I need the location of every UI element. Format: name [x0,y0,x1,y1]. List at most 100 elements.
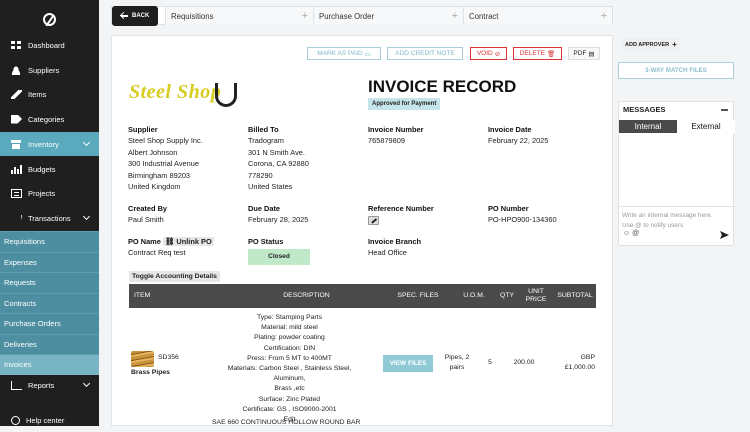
status-badge: Approved for Payment [368,98,441,110]
field-value: PO-HPO900-134360 [488,215,557,225]
sidebar-item-label: Reports [28,380,55,390]
sidebar-item-inventory[interactable]: Inventory [0,132,99,156]
messages-title: MESSAGES [623,105,666,114]
sidebar-subitem-purchase-orders[interactable]: Purchase Orders [0,313,99,334]
back-button[interactable]: BACK [112,6,158,26]
item-name[interactable]: Brass Pipes [131,369,170,376]
field-label: Invoice Date [488,125,532,134]
supplier-line: Steel Shop Supply Inc. [128,136,203,146]
sidebar-item-label: Help center [26,415,65,425]
sidebar-item-reports[interactable]: Reports [0,373,99,397]
description-line: Materials: Carbon Steel , Stainless Stee… [227,365,352,383]
description-line: Plating: powder coating [254,334,325,342]
sidebar-item-suppliers[interactable]: Suppliers [0,58,99,82]
view-files-button[interactable]: VIEW FILES [383,355,433,372]
horseshoe-icon [215,83,237,107]
button-label: MARK AS PAID [317,50,363,57]
item-sku: SD356 [158,354,179,361]
po-name-field: PO Name ⛓ Unlink PO Contract Req test [128,236,214,259]
field-label: PO Name [128,237,161,246]
sidebar-item-label: Transactions [28,213,71,223]
toggle-accounting-details-button[interactable]: Toggle Accounting Details [129,271,220,282]
sheet-icon [11,188,22,198]
next-item-description: SAE 660 CONTINUOUS HOLLOW ROUND BAR [212,419,361,426]
sidebar-item-dashboard[interactable]: Dashboard [0,33,99,57]
sidebar-item-label: Budgets [28,164,56,174]
void-button[interactable]: VOID ⊘ [470,47,507,60]
add-approver-button[interactable]: ADD APPROVER + [622,38,680,51]
description-line: Material: mild steel [261,324,318,332]
field-label: PO Number [488,204,529,213]
pdf-file-icon: ▤ [588,50,595,58]
sidebar-item-transactions[interactable]: Transactions [0,206,99,230]
tab-label: Purchase Order [319,11,375,21]
plus-icon[interactable]: + [302,10,308,22]
reference-number-field: Reference Number [368,203,434,229]
app-logo-icon[interactable] [43,13,56,26]
button-label: PDF [573,50,587,57]
edit-icon[interactable] [368,216,379,226]
column-header: ITEM [134,292,151,299]
field-label: Billed To [248,125,279,134]
sidebar-subitem-requests[interactable]: Requests [0,272,99,293]
emoji-icon[interactable]: ☺ [623,230,630,237]
column-header: SUBTOTAL [557,292,593,299]
pdf-button[interactable]: PDF ▤ [568,47,600,60]
description-line: Surface: Zinc Plated [258,395,321,403]
button-label: VOID [476,50,493,57]
tab-internal[interactable]: Internal [619,120,677,133]
sidebar-subitem-deliveries[interactable]: Deliveries [0,333,99,354]
unlink-po-button[interactable]: ⛓ Unlink PO [162,237,214,246]
rocket-icon [11,89,22,99]
field-label: Reference Number [368,204,434,213]
tab-requisitions[interactable]: Requisitions + [165,7,313,25]
invoice-card: MARK AS PAID ▭ ADD CREDIT NOTE VOID ⊘ DELE… [111,35,613,426]
sidebar-item-projects[interactable]: Projects [0,181,99,205]
line-items-table-header: ITEM DESCRIPTION SPEC. FILES U.O.M. QTY … [129,284,596,308]
sidebar-subitem-requisitions[interactable]: Requisitions [0,231,99,252]
bar-chart-icon [11,164,22,174]
message-input[interactable]: Write an internal message here. Use @ to… [619,206,735,247]
chevron-down-icon [82,212,91,221]
field-label: Supplier [128,125,158,134]
collapse-icon[interactable] [721,109,728,111]
sidebar-item-categories[interactable]: Categories [0,107,99,131]
billed-to-line: United States [248,182,293,192]
page-title: INVOICE RECORD [368,77,517,96]
sidebar-subitem-invoices[interactable]: Invoices [0,354,99,375]
add-credit-note-button[interactable]: ADD CREDIT NOTE [387,47,463,60]
item-thumbnail[interactable] [131,351,154,367]
invoice-branch-field: Invoice Branch Head Office [368,236,421,259]
column-header: QTY [500,292,514,299]
chevron-down-icon [82,379,91,388]
button-label: DELETE [519,50,546,57]
po-status-badge: Closed [248,249,310,266]
due-date-field: Due Date February 28, 2025 [248,203,308,226]
tab-purchase-order[interactable]: Purchase Order + [313,7,463,25]
invoice-date-field: Invoice Date February 22, 2025 [488,124,548,147]
delete-button[interactable]: DELETE 🗑 [513,47,562,60]
column-header: DESCRIPTION [283,292,330,299]
sidebar-subitem-expenses[interactable]: Expenses [0,251,99,272]
billed-to-line: 301 N Smith Ave. [248,147,305,157]
sidebar-item-label: Projects [28,188,56,198]
mention-button[interactable]: @ [632,230,639,237]
field-label: Invoice Number [368,125,424,134]
mark-as-paid-button[interactable]: MARK AS PAID ▭ [307,47,381,60]
sidebar-item-help-center[interactable]: Help center [0,408,99,432]
sidebar-item-budgets[interactable]: Budgets [0,157,99,181]
sidebar-subitem-contracts[interactable]: Contracts [0,292,99,313]
invoice-number-field: Invoice Number 765879809 [368,124,423,147]
subtotal-currency: GBP [580,354,595,361]
plus-icon[interactable]: + [601,10,607,22]
tab-external[interactable]: External [677,120,735,133]
item-qty: 5 [488,359,492,366]
three-way-match-files-button[interactable]: 3-WAY MATCH FILES [618,62,734,79]
plus-icon: + [672,40,677,49]
sidebar-item-items[interactable]: Items [0,82,99,106]
billed-to-line: Tradogram [248,136,284,146]
column-header: UNIT PRICE [525,288,547,303]
plus-icon[interactable]: + [452,10,458,22]
sidebar-item-label: Suppliers [28,65,60,75]
tab-contract[interactable]: Contract + [463,7,612,25]
